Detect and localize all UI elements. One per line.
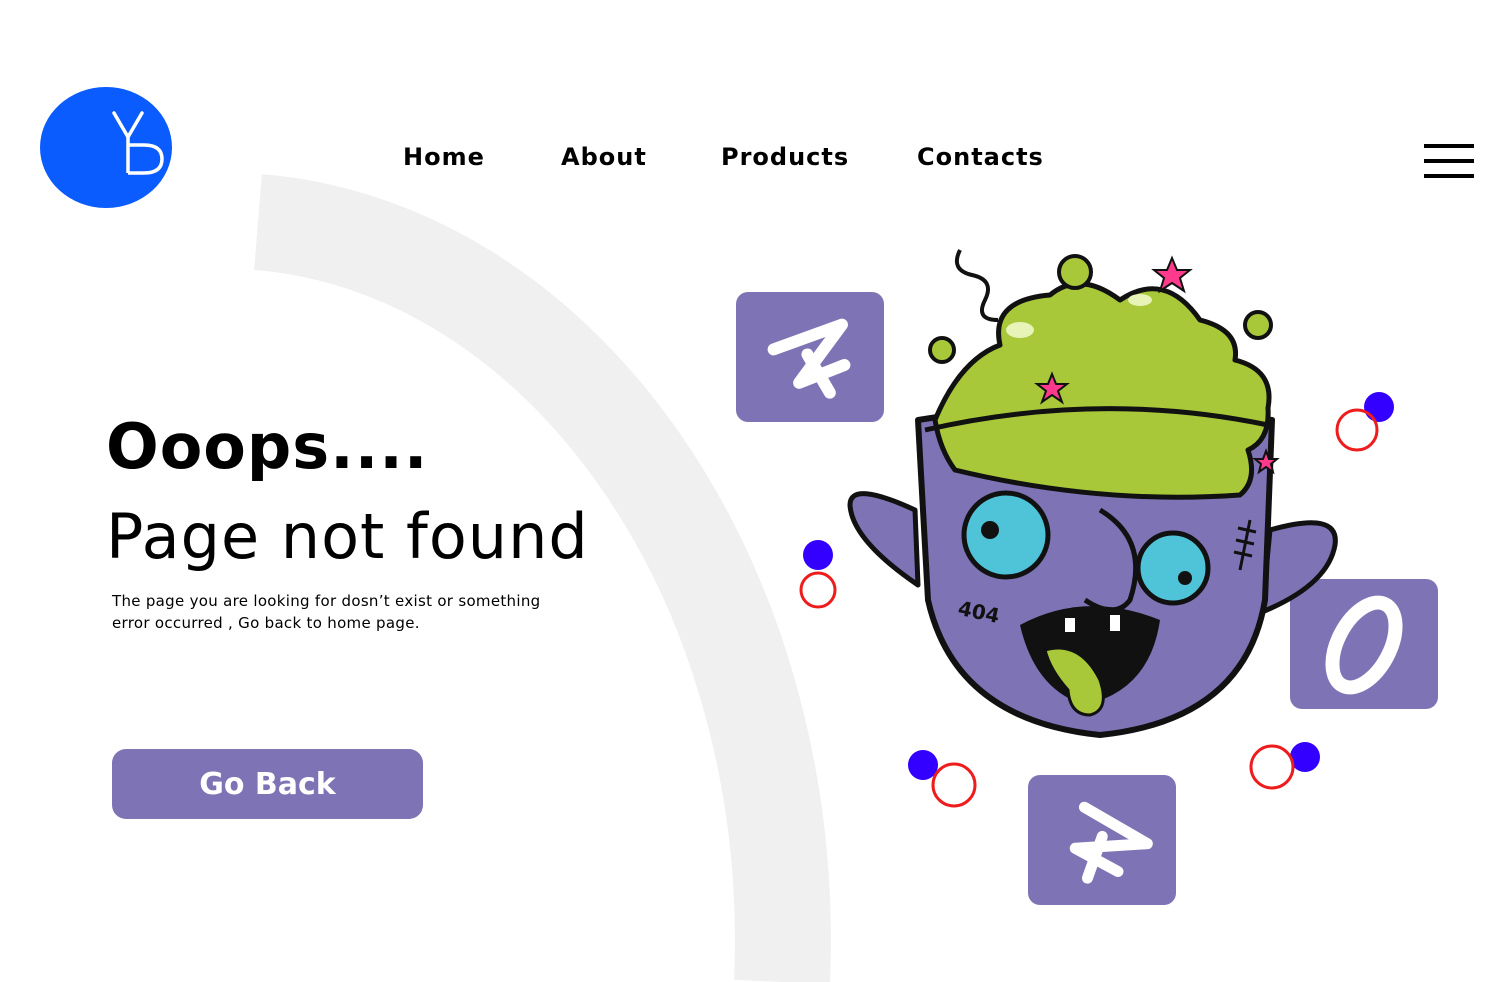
left-pupil — [981, 521, 999, 539]
right-pupil — [1178, 571, 1192, 585]
tooth — [1065, 618, 1075, 632]
slime-puff — [1057, 254, 1093, 290]
left-ear — [847, 491, 921, 588]
star-icon — [1151, 255, 1193, 294]
slime-puff — [928, 336, 956, 364]
right-ear — [1259, 520, 1338, 615]
left-eye — [961, 490, 1051, 580]
monster-head-illustration — [847, 249, 1338, 738]
tooth — [1110, 615, 1120, 631]
slime-puff — [1243, 310, 1273, 340]
right-eye — [1135, 530, 1211, 606]
dizzy-spiral — [955, 249, 999, 322]
highlight — [1006, 322, 1034, 338]
highlight — [1128, 294, 1152, 306]
